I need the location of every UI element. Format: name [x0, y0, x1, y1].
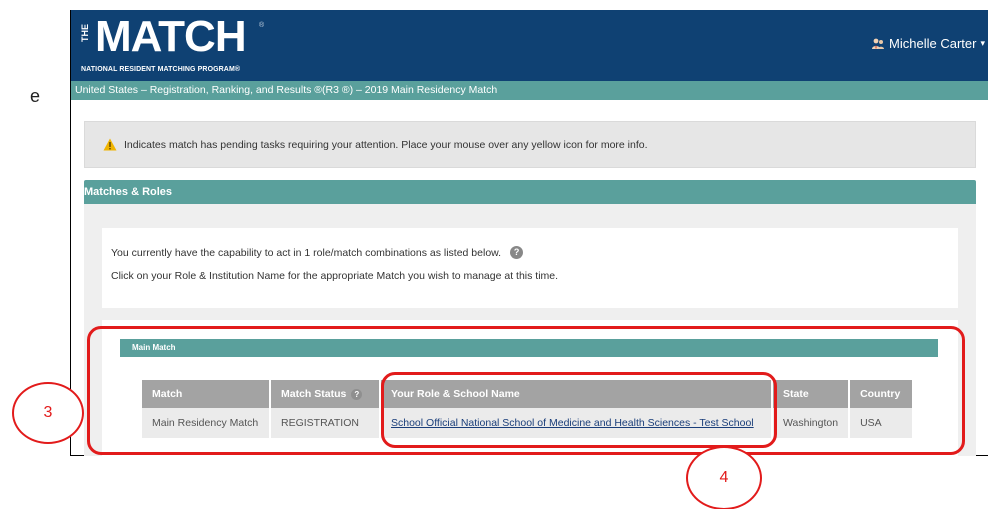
tutorial-screenshot: e THE MATCH ® NATIONAL RESIDENT MATCHING…: [0, 0, 988, 509]
panel-title: Matches & Roles: [84, 186, 173, 198]
instructions-line-2: Click on your Role & Institution Name fo…: [111, 270, 559, 282]
annotation-box-role-school: [381, 372, 777, 448]
instructions-line-1: You currently have the capability to act…: [111, 246, 524, 259]
annotation-circle-3: 3: [12, 382, 84, 444]
warning-icon: [103, 138, 117, 151]
matches-roles-panel-header: Matches & Roles: [84, 180, 976, 204]
instructions-box: [102, 228, 958, 308]
pending-tasks-alert: Indicates match has pending tasks requir…: [84, 121, 976, 168]
instructions-text-1: You currently have the capability to act…: [111, 246, 502, 259]
side-text-fragment: e: [30, 86, 41, 106]
help-icon[interactable]: ?: [510, 246, 524, 259]
annotation-circle-4: 4: [686, 446, 762, 509]
alert-text: Indicates match has pending tasks requir…: [124, 138, 648, 151]
